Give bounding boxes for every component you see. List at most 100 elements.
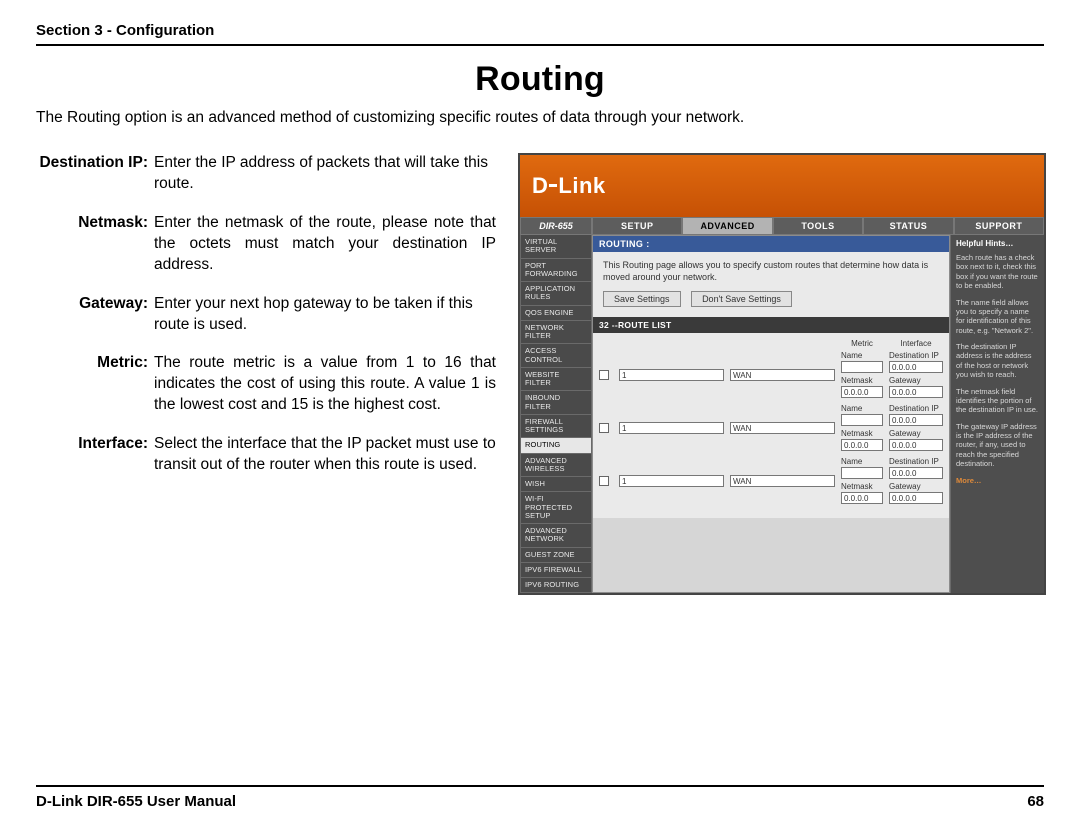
footer-page-number: 68 — [1027, 793, 1044, 810]
hints-title: Helpful Hints… — [956, 239, 1039, 249]
col-metric: Metric — [841, 339, 883, 348]
route-enable-checkbox[interactable] — [599, 370, 609, 380]
section-header: Section 3 - Configuration — [36, 22, 1044, 46]
label-netmask: Netmask — [841, 482, 883, 491]
sidebar-item-guest-zone[interactable]: GUEST ZONE — [520, 548, 592, 563]
input-metric[interactable]: 1 — [619, 369, 724, 381]
dont-save-settings-button[interactable]: Don't Save Settings — [691, 291, 792, 307]
hints-more-link[interactable]: More… — [956, 476, 1039, 485]
page-footer: D-Link DIR-655 User Manual 68 — [36, 785, 1044, 810]
select-interface[interactable]: WAN — [730, 422, 835, 434]
label-dest: Destination IP — [889, 457, 943, 466]
sidebar-item-wifi-protected-setup[interactable]: WI-FI PROTECTED SETUP — [520, 492, 592, 524]
footer-left: D-Link DIR-655 User Manual — [36, 793, 236, 810]
input-netmask[interactable]: 0.0.0.0 — [841, 386, 883, 398]
routelist-title: 32 --ROUTE LIST — [593, 317, 949, 333]
label-gateway: Gateway — [889, 429, 943, 438]
def-destination-ip: Destination IP: Enter the IP address of … — [36, 153, 496, 195]
label-name: Name — [841, 404, 883, 413]
center-panel: ROUTING : This Routing page allows you t… — [592, 235, 950, 593]
sidebar-item-routing[interactable]: ROUTING — [520, 438, 592, 453]
sidebar-item-network-filter[interactable]: NETWORK FILTER — [520, 321, 592, 345]
col-interface: Interface — [889, 339, 943, 348]
input-metric[interactable]: 1 — [619, 475, 724, 487]
sidebar-item-inbound-filter[interactable]: INBOUND FILTER — [520, 391, 592, 415]
input-gateway[interactable]: 0.0.0.0 — [889, 386, 943, 398]
def-body: Enter your next hop gateway to be taken … — [154, 294, 496, 336]
def-body: Select the interface that the IP packet … — [154, 434, 496, 476]
hints-p3: The destination IP address is the addres… — [956, 342, 1039, 380]
panel-desc: This Routing page allows you to specify … — [603, 260, 939, 283]
def-body: The route metric is a value from 1 to 16… — [154, 353, 496, 416]
input-dest[interactable]: 0.0.0.0 — [889, 361, 943, 373]
hints-p4: The netmask field identifies the portion… — [956, 387, 1039, 415]
select-interface[interactable]: WAN — [730, 475, 835, 487]
routelist-col-labels: Metric Interface — [599, 339, 943, 348]
def-netmask: Netmask: Enter the netmask of the route,… — [36, 213, 496, 276]
model-badge: DIR-655 — [520, 217, 592, 235]
input-dest[interactable]: 0.0.0.0 — [889, 467, 943, 479]
input-netmask[interactable]: 0.0.0.0 — [841, 492, 883, 504]
hints-p1: Each route has a check box next to it, c… — [956, 253, 1039, 291]
brand-logo: DLink — [532, 173, 606, 199]
label-gateway: Gateway — [889, 376, 943, 385]
save-settings-button[interactable]: Save Settings — [603, 291, 681, 307]
sidebar-item-port-forwarding[interactable]: PORT FORWARDING — [520, 259, 592, 283]
hints-p5: The gateway IP address is the IP address… — [956, 422, 1039, 469]
input-netmask[interactable]: 0.0.0.0 — [841, 439, 883, 451]
select-interface[interactable]: WAN — [730, 369, 835, 381]
input-name[interactable] — [841, 361, 883, 373]
route-enable-checkbox[interactable] — [599, 423, 609, 433]
hints-p2: The name field allows you to specify a n… — [956, 298, 1039, 336]
router-screenshot: DLink DIR-655 SETUP ADVANCED TOOLS STATU… — [518, 153, 1046, 595]
tab-status[interactable]: STATUS — [863, 217, 953, 235]
panel-title: ROUTING : — [593, 236, 949, 252]
intro-text: The Routing option is an advanced method… — [36, 109, 1044, 127]
tab-setup[interactable]: SETUP — [592, 217, 682, 235]
tab-support[interactable]: SUPPORT — [954, 217, 1044, 235]
input-dest[interactable]: 0.0.0.0 — [889, 414, 943, 426]
sidebar-item-firewall-settings[interactable]: FIREWALL SETTINGS — [520, 415, 592, 439]
def-label: Interface: — [36, 434, 154, 476]
label-netmask: Netmask — [841, 429, 883, 438]
def-label: Metric: — [36, 353, 154, 416]
def-body: Enter the netmask of the route, please n… — [154, 213, 496, 276]
tab-tools[interactable]: TOOLS — [773, 217, 863, 235]
label-gateway: Gateway — [889, 482, 943, 491]
input-name[interactable] — [841, 467, 883, 479]
tab-row: DIR-655 SETUP ADVANCED TOOLS STATUS SUPP… — [520, 217, 1044, 235]
helpful-hints: Helpful Hints… Each route has a check bo… — [950, 235, 1044, 593]
def-label: Destination IP: — [36, 153, 154, 195]
sidebar-item-virtual-server[interactable]: VIRTUAL SERVER — [520, 235, 592, 259]
input-metric[interactable]: 1 — [619, 422, 724, 434]
input-name[interactable] — [841, 414, 883, 426]
label-dest: Destination IP — [889, 404, 943, 413]
sidebar-item-advanced-network[interactable]: ADVANCED NETWORK — [520, 524, 592, 548]
route-enable-checkbox[interactable] — [599, 476, 609, 486]
sidebar-item-qos-engine[interactable]: QOS ENGINE — [520, 306, 592, 321]
tab-advanced[interactable]: ADVANCED — [682, 217, 772, 235]
label-name: Name — [841, 351, 883, 360]
def-label: Gateway: — [36, 294, 154, 336]
sidebar-item-website-filter[interactable]: WEBSITE FILTER — [520, 368, 592, 392]
router-header: DLink — [520, 155, 1044, 217]
sidebar-item-application-rules[interactable]: APPLICATION RULES — [520, 282, 592, 306]
sidebar-item-advanced-wireless[interactable]: ADVANCED WIRELESS — [520, 454, 592, 478]
route-row: Name Destination IP0.0.0.0 1 WAN Netmask… — [599, 404, 943, 451]
sidebar-item-wish[interactable]: WISH — [520, 477, 592, 492]
sidebar-item-ipv6-routing[interactable]: IPV6 ROUTING — [520, 578, 592, 593]
sidebar: VIRTUAL SERVER PORT FORWARDING APPLICATI… — [520, 235, 592, 593]
sidebar-item-access-control[interactable]: ACCESS CONTROL — [520, 344, 592, 368]
def-interface: Interface: Select the interface that the… — [36, 434, 496, 476]
input-gateway[interactable]: 0.0.0.0 — [889, 492, 943, 504]
routelist: Metric Interface Name Destination IP0.0.… — [593, 333, 949, 518]
page-title: Routing — [36, 60, 1044, 99]
def-metric: Metric: The route metric is a value from… — [36, 353, 496, 416]
def-gateway: Gateway: Enter your next hop gateway to … — [36, 294, 496, 336]
input-gateway[interactable]: 0.0.0.0 — [889, 439, 943, 451]
def-label: Netmask: — [36, 213, 154, 276]
sidebar-item-ipv6-firewall[interactable]: IPV6 FIREWALL — [520, 563, 592, 578]
panel-desc-box: This Routing page allows you to specify … — [593, 252, 949, 317]
def-body: Enter the IP address of packets that wil… — [154, 153, 496, 195]
label-dest: Destination IP — [889, 351, 943, 360]
